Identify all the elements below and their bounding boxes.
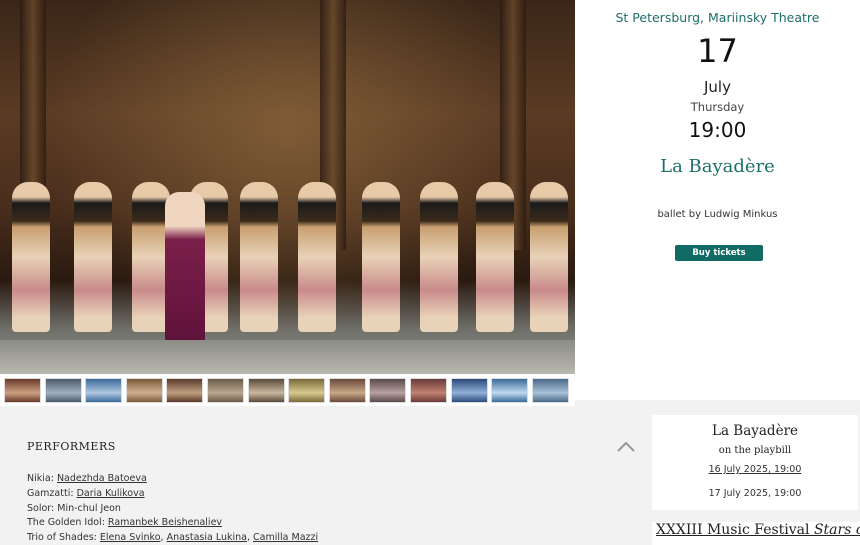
performer-row: Solor: Min-chul Jeon xyxy=(27,502,318,517)
gallery-thumbnail[interactable] xyxy=(44,378,82,403)
playbill-title: La Bayadère xyxy=(711,423,799,439)
event-month: July xyxy=(704,78,731,96)
gallery-thumbnail[interactable] xyxy=(247,378,285,403)
corps-dancer xyxy=(530,182,568,332)
performer-name-link[interactable]: Daria Kulikova xyxy=(77,488,145,499)
event-panel: St Petersburg, Mariinsky Theatre 17 July… xyxy=(575,0,860,400)
gallery-thumbnail[interactable] xyxy=(125,378,163,403)
festival-title-italic: Stars of xyxy=(813,522,860,538)
corps-dancer xyxy=(362,182,400,332)
festival-banner[interactable]: XXXIII Music Festival Stars of xyxy=(652,522,860,545)
gallery-thumbnail[interactable] xyxy=(288,378,326,403)
gallery-thumbnail[interactable] xyxy=(450,378,488,403)
gallery-thumbnail[interactable] xyxy=(410,378,447,403)
event-title: La Bayadère xyxy=(660,156,775,177)
festival-title: XXXIII Music Festival xyxy=(656,522,814,538)
event-day: 17 xyxy=(697,32,738,70)
gallery-thumbnail[interactable] xyxy=(369,378,407,403)
performer-row: Trio of Shades: Elena Svinko, Anastasia … xyxy=(27,531,318,545)
event-time: 19:00 xyxy=(688,118,747,142)
gallery-thumbnail[interactable] xyxy=(85,378,123,403)
playbill-box: La Bayadère on the playbill 16 July 2025… xyxy=(652,415,858,510)
corps-dancer xyxy=(240,182,278,332)
gallery-thumbnail[interactable] xyxy=(4,378,41,403)
performer-name-link[interactable]: Camilla Mazzi xyxy=(253,532,318,543)
gallery-thumbnail[interactable] xyxy=(491,378,529,403)
festival-link[interactable]: XXXIII Music Festival Stars of xyxy=(656,522,860,538)
performer-name-link[interactable]: Ramanbek Beishenaliev xyxy=(108,517,222,528)
buy-tickets-button[interactable]: Buy tickets xyxy=(675,245,763,261)
performer-role: Nikia: xyxy=(27,473,57,484)
stage-floor xyxy=(0,340,575,374)
performer-role: Solor: xyxy=(27,502,58,514)
corps-dancer xyxy=(476,182,514,332)
gallery-thumbnail[interactable] xyxy=(328,378,366,403)
performer-name: Min-chul Jeon xyxy=(57,502,121,514)
gallery-thumbnails xyxy=(0,374,575,406)
performer-list: Nikia: Nadezhda Batoeva Gamzatti: Daria K… xyxy=(27,472,318,545)
corps-dancer xyxy=(74,182,112,332)
playbill-subtitle: on the playbill xyxy=(718,445,792,456)
soloist-dancer xyxy=(165,192,205,362)
performer-row: The Golden Idol: Ramanbek Beishenaliev xyxy=(27,516,318,531)
playbill-date-current: 17 July 2025, 19:00 xyxy=(708,488,802,499)
corps-dancer xyxy=(298,182,336,332)
performer-role: The Golden Idol: xyxy=(27,517,108,529)
performer-role: Trio of Shades: xyxy=(27,532,100,544)
performer-row: Nikia: Nadezhda Batoeva xyxy=(27,472,318,487)
performer-row: Gamzatti: Daria Kulikova xyxy=(27,487,318,502)
event-description: ballet by Ludwig Minkus xyxy=(657,209,778,220)
performers-section: PERFORMERS Nikia: Nadezhda Batoeva Gamzat… xyxy=(0,406,645,545)
performer-role: Gamzatti: xyxy=(27,487,77,499)
performer-name-link[interactable]: Nadezhda Batoeva xyxy=(57,473,147,484)
gallery-thumbnail[interactable] xyxy=(166,378,204,403)
performers-heading: PERFORMERS xyxy=(27,440,116,453)
corps-dancer xyxy=(420,182,458,332)
playbill-date-link[interactable]: 16 July 2025, 19:00 xyxy=(652,464,858,475)
performer-name-link[interactable]: Anastasia Lukina xyxy=(167,532,247,543)
corps-dancer xyxy=(12,182,50,332)
gallery-thumbnail[interactable] xyxy=(531,378,569,403)
hero-photo xyxy=(0,0,575,374)
event-weekday: Thursday xyxy=(690,100,745,114)
chevron-up-icon[interactable] xyxy=(616,440,636,454)
event-venue: St Petersburg, Mariinsky Theatre xyxy=(615,10,820,25)
performer-name-link[interactable]: Elena Svinko xyxy=(100,532,161,543)
gallery-thumbnail[interactable] xyxy=(207,378,244,403)
